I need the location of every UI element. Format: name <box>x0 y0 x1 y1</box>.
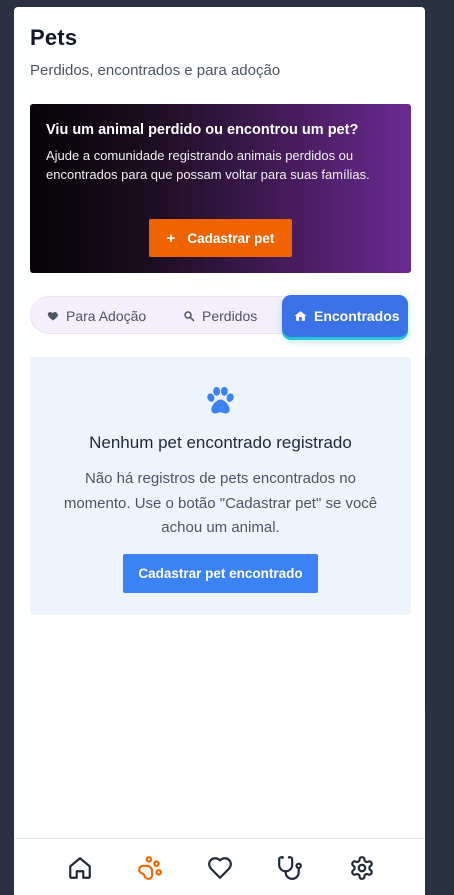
heart-icon <box>47 310 59 322</box>
home-icon <box>294 310 307 322</box>
register-pet-button[interactable]: + Cadastrar pet <box>149 219 292 257</box>
nav-pets[interactable] <box>135 855 165 885</box>
register-pet-button-label: Cadastrar pet <box>187 230 275 246</box>
tab-label: Encontrados <box>314 308 400 324</box>
banner-text: Ajude a comunidade registrando animais p… <box>46 148 370 182</box>
tab-perdidos[interactable]: Perdidos <box>183 297 257 335</box>
register-banner: Viu um animal perdido ou encontrou um pe… <box>30 104 411 273</box>
empty-state: Nenhum pet encontrado registrado Não há … <box>30 357 411 615</box>
empty-state-title: Nenhum pet encontrado registrado <box>89 433 352 452</box>
background-strip <box>424 0 454 895</box>
banner-title: Viu um animal perdido ou encontrou um pe… <box>46 122 359 138</box>
plus-icon: + <box>166 229 176 247</box>
page-header: Pets Perdidos, encontrados e para adoção <box>30 25 280 79</box>
pet-category-tabs: Para Adoção Perdidos Encontrados <box>30 295 408 337</box>
nav-vet[interactable] <box>275 855 305 885</box>
tab-encontrados[interactable]: Encontrados <box>282 295 408 337</box>
app-screen: Pets Perdidos, encontrados e para adoção… <box>14 7 425 895</box>
heart-icon <box>207 855 233 886</box>
page-title: Pets <box>30 25 78 50</box>
paw-icon <box>205 386 236 420</box>
tab-label: Para Adoção <box>66 308 147 324</box>
nav-home[interactable] <box>65 855 95 885</box>
search-icon <box>183 310 195 322</box>
stethoscope-icon <box>277 855 303 886</box>
empty-state-text: Não há registros de pets encontrados no … <box>63 470 378 536</box>
paw-icon <box>137 855 163 886</box>
tab-para-adocao[interactable]: Para Adoção <box>47 297 146 335</box>
bottom-navigation <box>14 838 425 895</box>
home-icon <box>67 855 93 886</box>
gear-icon <box>349 855 375 886</box>
tab-label: Perdidos <box>202 308 258 324</box>
nav-favorites[interactable] <box>205 855 235 885</box>
nav-settings[interactable] <box>347 855 377 885</box>
register-found-pet-button[interactable]: Cadastrar pet encontrado <box>123 554 318 593</box>
page-subtitle: Perdidos, encontrados e para adoção <box>30 62 281 79</box>
